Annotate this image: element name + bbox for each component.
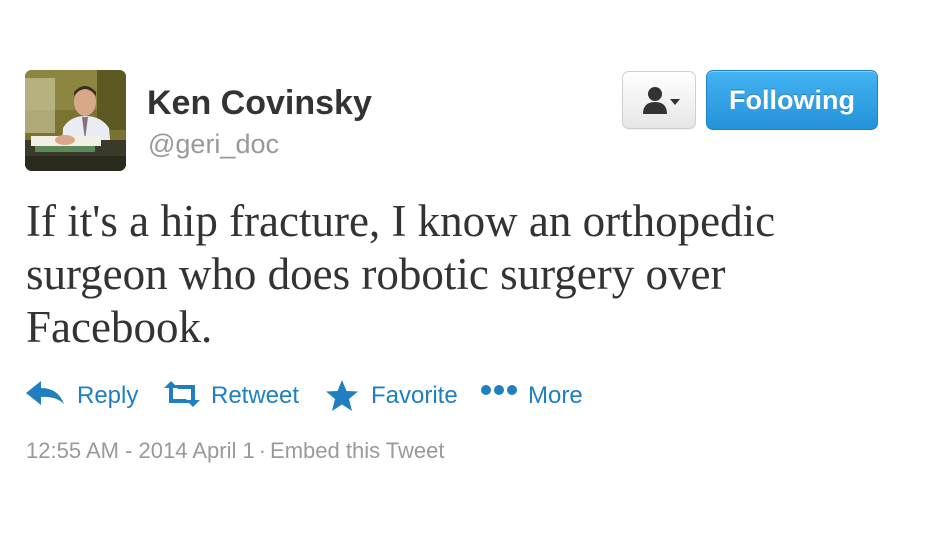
- reply-label: Reply: [77, 382, 139, 409]
- tweet-meta: 12:55 AM - 2014 April 1 · Embed this Tweet: [26, 437, 445, 465]
- person-icon: [643, 87, 667, 114]
- chevron-down-icon: [670, 99, 680, 105]
- user-actions-dropdown-button[interactable]: [622, 71, 696, 129]
- timestamp[interactable]: 12:55 AM - 2014 April 1: [26, 438, 255, 463]
- retweet-label: Retweet: [211, 382, 300, 409]
- embed-tweet-link[interactable]: Embed this Tweet: [270, 438, 444, 463]
- favorite-label: Favorite: [371, 382, 458, 409]
- meta-separator: ·: [258, 438, 267, 463]
- following-button[interactable]: Following: [706, 70, 878, 130]
- star-icon: [326, 380, 358, 411]
- more-dots-icon: [481, 385, 517, 395]
- avatar-photo: [25, 70, 126, 171]
- tweet-text: If it's a hip fracture, I know an orthop…: [26, 196, 776, 352]
- more-label: More: [528, 382, 583, 409]
- screen-name[interactable]: @geri_doc: [148, 128, 279, 160]
- retweet-icon: [164, 381, 200, 407]
- tweet-card: Ken Covinsky @geri_doc Following If it's…: [0, 0, 930, 550]
- avatar[interactable]: [25, 70, 126, 171]
- display-name[interactable]: Ken Covinsky: [147, 83, 372, 123]
- reply-icon: [26, 381, 64, 405]
